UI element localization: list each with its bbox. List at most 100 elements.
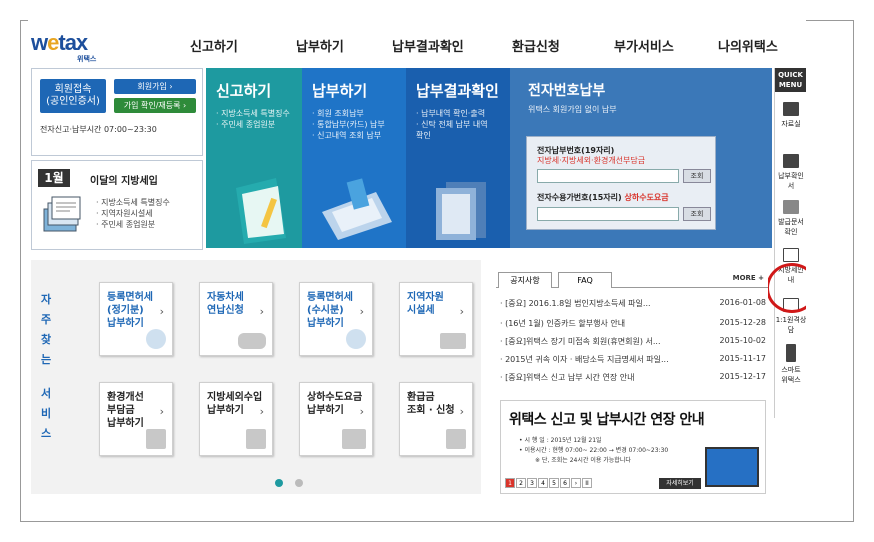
monthly-tax-box[interactable]: 1월 이달의 지방세입 · 지방소득세 특별징수 · 지역자원시설세 · 주민세… — [31, 160, 203, 250]
hours-extension-banner[interactable]: 위택스 신고 및 납부시간 연장 안내 • 시 행 일 : 2015년 12월 … — [500, 400, 766, 494]
water-number-label-red: 상하수도요금 — [624, 193, 669, 202]
card-label: 지방세외수입 납부하기 — [207, 392, 263, 416]
chevron-right-icon: › — [259, 305, 264, 318]
chevron-right-icon: › — [159, 305, 164, 318]
chevron-right-icon: › — [359, 405, 364, 418]
nav-report[interactable]: 신고하기 — [190, 36, 238, 55]
page-button[interactable]: 5 — [549, 478, 559, 488]
wetax-logo[interactable]: wetax 위택스 — [31, 30, 111, 63]
monthly-tax-item: · 지역자원시설세 — [96, 209, 153, 218]
e-pay-panel: 전자납부번호(19자리) 지방세·지방세외·환경개선부담금 조회 전자수용가번호… — [526, 136, 716, 230]
e-pay-number-sublabel: 지방세·지방세외·환경개선부담금 — [537, 156, 646, 165]
more-link[interactable]: MORE + — [733, 274, 764, 282]
tile-report-desc: · 지방소득세 특별징수 · 주민세 종업원분 — [216, 109, 290, 129]
card-label: 상하수도요금 납부하기 — [307, 392, 363, 416]
nav-payment[interactable]: 납부하기 — [296, 36, 344, 55]
card-refund-inquiry[interactable]: 환급금 조회 · 신청 › — [399, 382, 473, 456]
notice-row[interactable]: · (16년 1월) 인증카드 할부행사 안내 2015-12-28 — [500, 318, 766, 329]
tile-payment-result-title: 납부결과확인 — [416, 82, 499, 100]
tile-report[interactable]: 신고하기 · 지방소득세 특별징수 · 주민세 종업원분 — [206, 68, 302, 248]
page-button[interactable]: 4 — [538, 478, 548, 488]
tab-notice[interactable]: 공지사항 — [498, 272, 552, 288]
tile-e-pay-title: 전자번호납부 — [528, 83, 606, 99]
pause-button[interactable]: II — [582, 478, 592, 488]
notice-date: 2015-11-17 — [719, 354, 767, 363]
book-icon — [783, 248, 799, 262]
card-registration-license-regular[interactable]: 등록면허세 (정기분) 납부하기 › — [99, 282, 173, 356]
monitor-icon — [705, 447, 759, 487]
quick-payment-receipt[interactable]: 납부확인서 — [775, 154, 806, 191]
tile-payment-desc: · 회원 조회납부 · 통합납부(카드) 납부 · 신고내역 조회 납부 — [312, 109, 385, 140]
document-pen-icon — [236, 178, 286, 244]
document-icon — [783, 200, 799, 214]
e-pay-number-search-button[interactable]: 조회 — [683, 169, 711, 183]
logo-text-a: w — [31, 30, 48, 55]
month-badge: 1월 — [38, 169, 70, 187]
notice-date: 2016-01-08 — [719, 298, 767, 307]
tile-report-title: 신고하기 — [216, 82, 272, 100]
chevron-right-icon: › — [459, 405, 464, 418]
calendar-icon — [43, 196, 81, 232]
carousel-dot-active[interactable] — [275, 479, 283, 487]
frequent-services: 자 주 찾 는 서 비 스 등록면허세 (정기분) 납부하기 › 자동차세 연납… — [31, 260, 481, 494]
service-hours: 전자신고·납부시간 07:00~23:30 — [40, 125, 157, 134]
e-pay-number-input[interactable] — [537, 169, 679, 183]
highlight-circle — [766, 263, 806, 313]
tile-payment-result[interactable]: 납부결과확인 · 납부내역 확인·출력 · 신탁 전체 납부 내역 확인 — [406, 68, 510, 248]
notice-date: 2015-10-02 — [719, 336, 767, 345]
water-number-label: 전자수용가번호(15자리) 상하수도요금 — [537, 192, 669, 203]
monthly-tax-title: 이달의 지방세입 — [90, 176, 158, 187]
notice-title: · [중요]위택스 장기 미접속 회원(휴면회원) 서... — [500, 337, 661, 346]
notice-row[interactable]: · [중요]위택스 장기 미접속 회원(휴면회원) 서... 2015-10-02 — [500, 336, 766, 347]
membership-check-button[interactable]: 가입 확인/재등록 › — [114, 98, 196, 113]
notice-title: · (16년 1월) 인증카드 할부행사 안내 — [500, 319, 626, 328]
quick-document-verify[interactable]: 발급문서확인 — [775, 200, 806, 237]
card-payment-icon — [322, 178, 392, 240]
card-label: 환경개선 부담금 납부하기 — [107, 392, 144, 429]
card-registration-license-occasional[interactable]: 등록면허세 (수시분) 납부하기 › — [299, 282, 373, 356]
chevron-right-icon: › — [259, 405, 264, 418]
wetax-homepage: wetax 위택스 신고하기 납부하기 납부결과확인 환급신청 부가서비스 나의… — [28, 20, 806, 494]
banner-details-button[interactable]: 자세히보기 — [659, 478, 701, 489]
nav-refund[interactable]: 환급신청 — [512, 36, 560, 55]
card-car-tax-annual[interactable]: 자동차세 연납신청 › — [199, 282, 273, 356]
notice-row[interactable]: · [중요] 2016.1.8일 법인지방소득세 파일... 2016-01-08 — [500, 298, 766, 309]
page-button[interactable]: 3 — [527, 478, 537, 488]
card-label: 등록면허세 (정기분) 납부하기 — [107, 292, 153, 329]
page-button[interactable]: 6 — [560, 478, 570, 488]
logo-text-e: e — [47, 30, 59, 55]
quick-archive-label: 자료실 — [781, 120, 801, 128]
carousel-dot[interactable] — [295, 479, 303, 487]
quick-menu: QUICK MENU 자료실 납부확인서 발급문서확인 지방세안내 1:1원격상… — [774, 68, 806, 418]
card-water-bill[interactable]: 상하수도요금 납부하기 › — [299, 382, 373, 456]
water-number-search-button[interactable]: 조회 — [683, 207, 711, 221]
card-regional-resource-tax[interactable]: 지역자원 시설세 › — [399, 282, 473, 356]
join-button[interactable]: 회원가입 › — [114, 79, 196, 94]
mine-cart-icon — [440, 333, 466, 349]
tile-electronic-number-payment: 전자번호납부 위택스 회원가입 없이 납부 전자납부번호(19자리) 지방세·지… — [510, 68, 772, 248]
water-number-input[interactable] — [537, 207, 679, 221]
nav-my-wetax[interactable]: 나의위택스 — [718, 36, 778, 55]
refund-grid-icon — [446, 429, 466, 449]
card-environment-charge[interactable]: 환경개선 부담금 납부하기 › — [99, 382, 173, 456]
quick-archive[interactable]: 자료실 — [775, 102, 806, 129]
notice-row[interactable]: · [중요]위택스 신고 납부 시간 연장 안내 2015-12-17 — [500, 372, 766, 383]
certificate-login-button[interactable]: 회원접속 (공인인증서) — [40, 79, 106, 113]
nav-payment-result[interactable]: 납부결과확인 — [392, 36, 464, 55]
tab-faq[interactable]: FAQ — [558, 272, 612, 288]
notice-date: 2015-12-17 — [719, 372, 767, 381]
card-non-tax-revenue[interactable]: 지방세외수입 납부하기 › — [199, 382, 273, 456]
water-number-label-main: 전자수용가번호(15자리) — [537, 193, 622, 202]
quick-smart-wetax[interactable]: 스마트 위택스 — [775, 344, 806, 385]
won-coin-icon — [146, 329, 166, 349]
notice-row[interactable]: · 2015년 귀속 이자 · 배당소득 지급명세서 파일... 2015-11-… — [500, 354, 766, 365]
page-button[interactable]: 2 — [516, 478, 526, 488]
tile-payment[interactable]: 납부하기 · 회원 조회납부 · 통합납부(카드) 납부 · 신고내역 조회 납… — [302, 68, 406, 248]
card-label: 자동차세 연납신청 — [207, 292, 244, 316]
next-button[interactable]: › — [571, 478, 581, 488]
login-box: 회원접속 (공인인증서) 회원가입 › 가입 확인/재등록 › 전자신고·납부시… — [31, 68, 203, 156]
notice-date: 2015-12-28 — [719, 318, 767, 327]
page-button[interactable]: 1 — [505, 478, 515, 488]
nav-extra-services[interactable]: 부가서비스 — [614, 36, 674, 55]
folder-icon — [783, 102, 799, 116]
